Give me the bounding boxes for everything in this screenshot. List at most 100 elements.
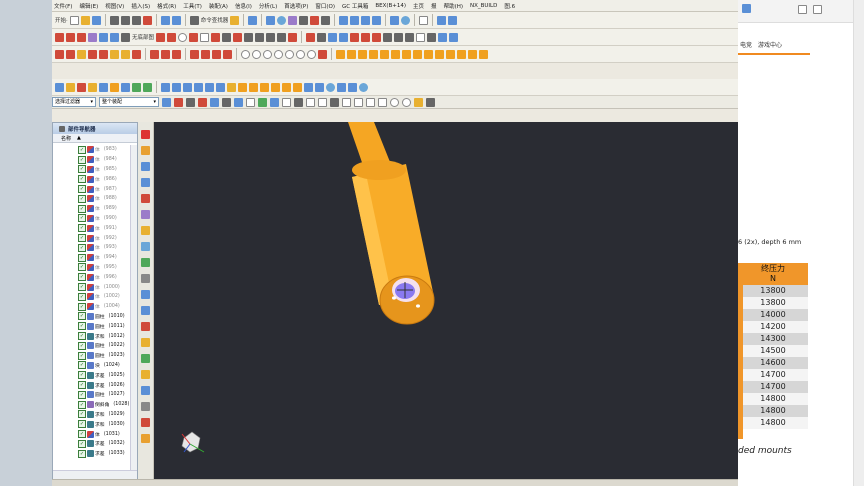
- feature-row[interactable]: ✓ 圆柱 (1027): [53, 390, 137, 400]
- visibility-checkbox[interactable]: ✓: [78, 263, 86, 272]
- mid-point-icon[interactable]: [186, 97, 195, 107]
- visibility-checkbox[interactable]: ✓: [78, 381, 86, 390]
- arc-3pt-icon[interactable]: [189, 32, 199, 42]
- intersect-curve-icon[interactable]: [438, 32, 448, 42]
- circle-select-icon[interactable]: [402, 97, 411, 107]
- mirror-icon[interactable]: [288, 32, 298, 42]
- isoparametric-icon[interactable]: [449, 32, 459, 42]
- history-icon[interactable]: [141, 226, 150, 235]
- trim-icon[interactable]: [244, 32, 254, 42]
- visibility-checkbox[interactable]: ✓: [78, 390, 86, 399]
- arc-center-icon[interactable]: [222, 97, 231, 107]
- menu-item[interactable]: 窗口(O): [315, 2, 335, 10]
- undo-icon[interactable]: [160, 15, 170, 25]
- visibility-checkbox[interactable]: ✓: [78, 214, 86, 223]
- feature-row[interactable]: ✓ 求差 (1025): [53, 370, 137, 380]
- visibility-checkbox[interactable]: ✓: [78, 410, 86, 419]
- feature-row[interactable]: ✓ 体 (987): [53, 184, 137, 194]
- axis-icon[interactable]: [307, 49, 316, 59]
- feature-row[interactable]: ✓ 体 (985): [53, 165, 137, 175]
- shaded-box-icon[interactable]: [350, 15, 360, 25]
- subtract-icon[interactable]: [391, 49, 400, 59]
- studio-icon[interactable]: [227, 82, 236, 92]
- curve-length-icon[interactable]: [405, 32, 415, 42]
- unite-icon[interactable]: [380, 49, 389, 59]
- browser-scrollbar[interactable]: [853, 0, 864, 486]
- orient-icon[interactable]: [390, 15, 400, 25]
- snap-point-icon[interactable]: [162, 97, 171, 107]
- polyline-icon[interactable]: [66, 32, 75, 42]
- visibility-checkbox[interactable]: ✓: [78, 430, 86, 438]
- rectangle-icon[interactable]: [200, 32, 210, 42]
- arc-icon[interactable]: [167, 32, 177, 42]
- visibility-checkbox[interactable]: ✓: [78, 165, 86, 174]
- sort-up-icon[interactable]: ▲: [77, 135, 81, 141]
- bookmark-esports[interactable]: 电竞: [740, 40, 752, 49]
- mirror-body-icon[interactable]: [457, 49, 466, 59]
- sphere-view-icon[interactable]: [359, 82, 368, 92]
- feature-row[interactable]: ✓ 体 (1031): [53, 429, 137, 439]
- feature-row[interactable]: ✓ 体 (986): [53, 174, 137, 184]
- intersection-point-icon[interactable]: [210, 97, 219, 107]
- line-icon[interactable]: [55, 32, 64, 42]
- hd3d-tools-icon[interactable]: [141, 194, 150, 203]
- through-curves-icon[interactable]: [161, 82, 170, 92]
- menu-item[interactable]: 视图(V): [105, 2, 124, 10]
- teamcenter-icon[interactable]: [141, 402, 150, 411]
- fill-surface-icon[interactable]: [238, 82, 247, 92]
- feature-row[interactable]: ✓ 体 (994): [53, 253, 137, 263]
- ruled-icon[interactable]: [194, 82, 203, 92]
- menu-item[interactable]: NX_BUILD: [470, 3, 497, 9]
- save-icon[interactable]: [91, 15, 101, 25]
- feature-row[interactable]: ✓ 倒斜角 (1028): [53, 400, 137, 410]
- trim-sheet-icon[interactable]: [271, 82, 280, 92]
- visibility-checkbox[interactable]: ✓: [78, 185, 86, 194]
- edit-curve-icon[interactable]: [394, 32, 404, 42]
- bounded-grid-icon[interactable]: [282, 97, 291, 107]
- sweep-icon[interactable]: [328, 32, 338, 42]
- revolve-feature-icon[interactable]: [66, 49, 75, 59]
- offset-face-icon[interactable]: [172, 49, 181, 59]
- lock-icon[interactable]: [426, 97, 435, 107]
- split-body-icon[interactable]: [424, 49, 433, 59]
- visibility-checkbox[interactable]: ✓: [78, 145, 86, 154]
- constraint-navigator-icon[interactable]: [141, 146, 150, 155]
- visibility-checkbox[interactable]: ✓: [78, 449, 86, 458]
- swept-icon[interactable]: [183, 82, 192, 92]
- feature-row[interactable]: ✓ 体 (991): [53, 223, 137, 233]
- existing-point-icon[interactable]: [246, 97, 255, 107]
- menu-item[interactable]: 工具(T): [183, 2, 202, 10]
- delete-icon[interactable]: [142, 15, 152, 25]
- torus-icon[interactable]: [348, 82, 357, 92]
- menu-item[interactable]: 格式(R): [157, 2, 176, 10]
- command-finder-icon[interactable]: [189, 15, 199, 25]
- feature-row[interactable]: ✓ 圆柱 (1011): [53, 321, 137, 331]
- intersect-icon[interactable]: [402, 49, 411, 59]
- orient-view-icon[interactable]: [55, 82, 64, 92]
- cone-icon[interactable]: [358, 49, 367, 59]
- ruler-icon[interactable]: [321, 15, 331, 25]
- visibility-checkbox[interactable]: ✓: [78, 400, 86, 409]
- sphere-icon[interactable]: [277, 15, 287, 25]
- extrude-icon[interactable]: [306, 32, 316, 42]
- sew-icon[interactable]: [435, 49, 444, 59]
- project-icon[interactable]: [427, 32, 437, 42]
- datum-axis-icon[interactable]: [252, 49, 261, 59]
- feature-row[interactable]: ✓ 求差 (1026): [53, 380, 137, 390]
- conic-icon[interactable]: [99, 32, 108, 42]
- chamfer-sketch-icon[interactable]: [277, 32, 287, 42]
- sphere-feature-icon[interactable]: [369, 49, 378, 59]
- customize-icon[interactable]: [448, 15, 458, 25]
- n-sided-icon[interactable]: [216, 82, 225, 92]
- navigator-column-header[interactable]: 名称 ▲: [53, 134, 137, 143]
- system-scenes-icon[interactable]: [141, 306, 150, 315]
- menu-item[interactable]: 主页: [413, 2, 424, 10]
- edge-icon[interactable]: [121, 82, 130, 92]
- render-style-icon[interactable]: [66, 82, 75, 92]
- visibility-checkbox[interactable]: ✓: [78, 224, 86, 233]
- fit-icon[interactable]: [401, 15, 411, 25]
- layer-icon[interactable]: [339, 15, 349, 25]
- boss-icon[interactable]: [88, 49, 97, 59]
- visibility-checkbox[interactable]: ✓: [78, 273, 86, 282]
- new-file-icon[interactable]: [69, 15, 79, 25]
